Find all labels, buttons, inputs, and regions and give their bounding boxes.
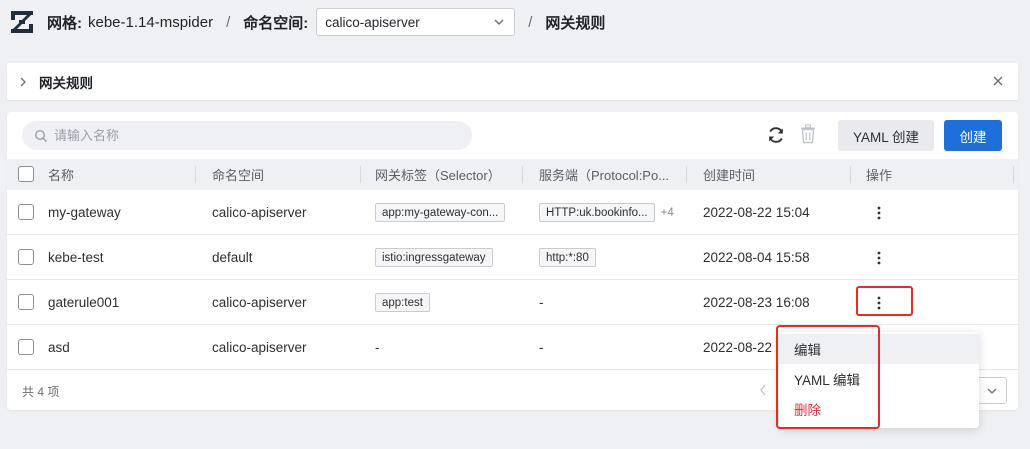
server-more-count[interactable]: +4 — [661, 207, 674, 219]
table-row[interactable]: kebe-test default istio:ingressgateway h… — [7, 235, 1018, 280]
table-row[interactable]: my-gateway calico-apiserver app:my-gatew… — [7, 190, 1018, 235]
row-server: HTTP:uk.bookinfo... +4 — [539, 190, 674, 235]
column-divider — [522, 166, 523, 183]
annotation-highlight-box — [856, 286, 913, 316]
column-header[interactable]: 网关标签（Selector） — [375, 159, 520, 190]
create-button[interactable]: 创建 — [944, 120, 1002, 151]
row-selector: app:test — [375, 280, 430, 325]
close-icon[interactable] — [992, 75, 1004, 87]
row-namespace: default — [212, 250, 253, 265]
column-header: 操作 — [866, 168, 893, 183]
row-checkbox[interactable] — [18, 294, 34, 310]
row-selector: istio:ingressgateway — [375, 235, 493, 280]
row-server: - — [539, 295, 544, 310]
refresh-icon[interactable] — [766, 125, 786, 145]
mesh-logo-icon — [11, 11, 33, 33]
breadcrumb-separator: / — [226, 13, 231, 31]
mesh-label: 网格: — [47, 14, 82, 32]
row-created-time: 2022-08-22 15:04 — [703, 205, 810, 220]
column-header[interactable]: 命名空间 — [212, 159, 352, 190]
selector-tag: istio:ingressgateway — [375, 248, 493, 267]
selector-tag: app:my-gateway-con... — [375, 203, 506, 222]
column-header[interactable]: 名称 — [48, 159, 188, 190]
yaml-create-button[interactable]: YAML 创建 — [838, 120, 934, 151]
row-name[interactable]: kebe-test — [48, 235, 104, 280]
row-created-time: 2022-08-22 — [703, 340, 773, 355]
row-selector: app:my-gateway-con... — [375, 190, 506, 235]
row-name[interactable]: asd — [48, 325, 70, 370]
chevron-down-icon — [987, 388, 997, 394]
namespace-label: 命名空间: — [243, 14, 309, 32]
panel-title: 网关规则 — [39, 75, 93, 91]
row-created-time: 2022-08-04 15:58 — [703, 250, 810, 265]
column-divider — [1013, 166, 1014, 183]
row-selector: - — [375, 340, 380, 355]
row-actions — [869, 190, 889, 235]
chevron-right-icon[interactable] — [17, 76, 29, 88]
search-icon — [34, 129, 47, 142]
more-vertical-icon[interactable] — [869, 203, 889, 223]
more-vertical-icon[interactable] — [869, 248, 889, 268]
trash-icon[interactable] — [799, 124, 817, 144]
row-checkbox[interactable] — [18, 339, 34, 355]
namespace-select[interactable]: calico-apiserver — [316, 8, 516, 36]
row-namespace: calico-apiserver — [212, 205, 307, 220]
gateway-rule-panel[interactable]: 网关规则 — [7, 63, 1018, 100]
row-namespace: calico-apiserver — [212, 340, 307, 355]
column-divider — [360, 166, 361, 183]
namespace-select-value: calico-apiserver — [325, 14, 420, 30]
row-server: http:*:80 — [539, 235, 596, 280]
column-header[interactable]: 服务端（Protocol:Po... — [539, 159, 679, 190]
chevron-left-icon[interactable] — [759, 384, 767, 396]
server-tag: HTTP:uk.bookinfo... — [539, 203, 655, 222]
row-server: - — [539, 340, 544, 355]
chevron-down-icon — [494, 19, 504, 25]
row-actions — [869, 235, 889, 280]
server-tag: http:*:80 — [539, 248, 596, 267]
row-checkbox[interactable] — [18, 249, 34, 265]
column-divider — [850, 166, 851, 183]
row-created-time: 2022-08-23 16:08 — [703, 295, 810, 310]
annotation-highlight-box — [776, 325, 880, 429]
selector-tag: app:test — [375, 293, 430, 312]
current-page-crumb: 网关规则 — [545, 14, 606, 32]
row-name[interactable]: gaterule001 — [48, 280, 119, 325]
select-all-checkbox[interactable] — [18, 166, 34, 182]
search-input[interactable] — [54, 128, 454, 143]
column-divider — [686, 166, 687, 183]
column-divider — [195, 166, 196, 183]
mesh-name[interactable]: kebe-1.14-mspider — [88, 14, 213, 31]
table-header: 名称 命名空间 网关标签（Selector） 服务端（Protocol:Po..… — [7, 159, 1018, 190]
breadcrumb-separator: / — [528, 13, 533, 31]
total-count: 共 4 项 — [22, 385, 60, 399]
search-box[interactable] — [22, 121, 472, 150]
breadcrumb: 网格: kebe-1.14-mspider / 命名空间: calico-api… — [0, 0, 1030, 44]
row-name[interactable]: my-gateway — [48, 190, 121, 235]
column-header[interactable]: 创建时间 — [703, 159, 843, 190]
page-size-select[interactable] — [977, 377, 1007, 404]
row-namespace: calico-apiserver — [212, 295, 307, 310]
row-checkbox[interactable] — [18, 204, 34, 220]
